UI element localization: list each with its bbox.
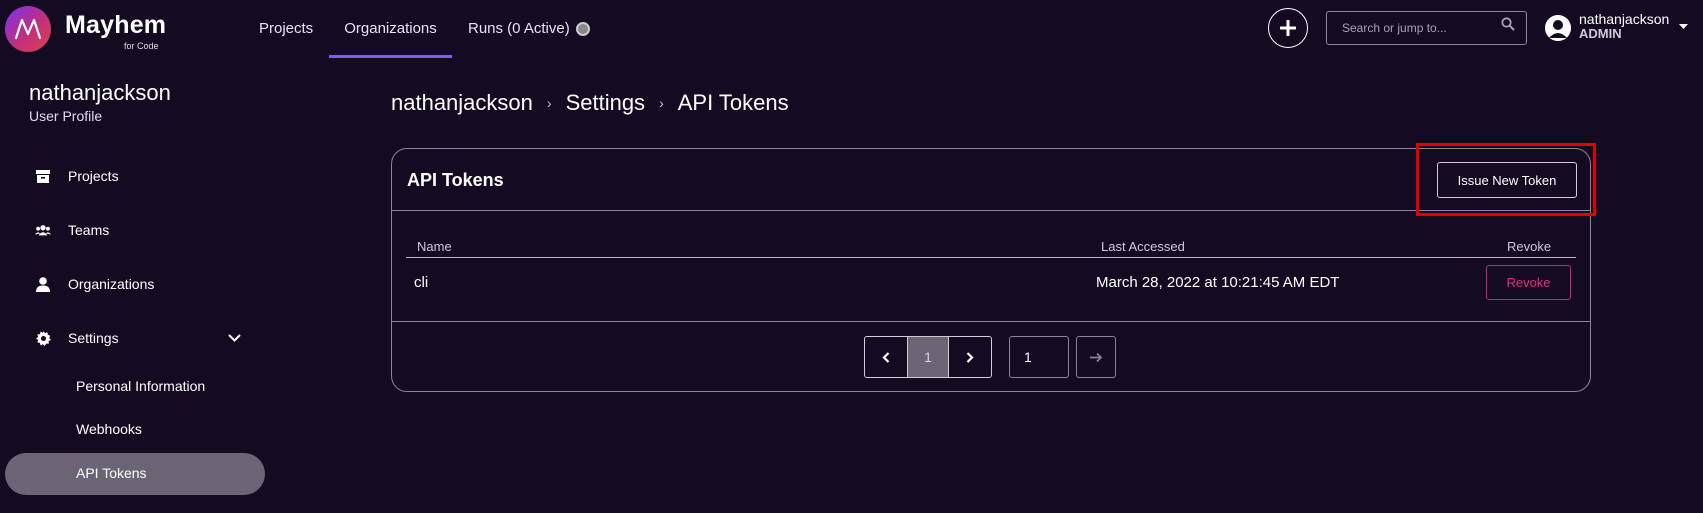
- user-icon: [35, 276, 51, 292]
- logo-name[interactable]: Mayhem for Code: [65, 10, 167, 51]
- sidebar: nathanjackson User Profile Projects Team…: [0, 60, 270, 513]
- previous-page-button[interactable]: [865, 337, 907, 377]
- column-header-name: Name: [417, 239, 452, 254]
- go-to-page-button[interactable]: [1076, 336, 1116, 378]
- table-header-divider: [406, 257, 1576, 258]
- gear-icon: [35, 330, 51, 346]
- sidebar-item-api-tokens-label[interactable]: API Tokens: [76, 465, 147, 481]
- sidebar-item-label: Projects: [68, 168, 119, 184]
- mayhem-logo-icon[interactable]: [5, 6, 51, 52]
- user-menu[interactable]: nathanjackson ADMIN: [1545, 11, 1689, 41]
- sidebar-item-label: Settings: [68, 330, 119, 346]
- logo-subtitle: for Code: [124, 41, 159, 51]
- logo-name-text: Mayhem: [65, 11, 167, 39]
- arrow-right-icon: [1089, 352, 1102, 362]
- chevron-right-icon: [966, 351, 974, 363]
- users-icon: [35, 222, 51, 238]
- nav-runs-label: Runs (0 Active): [468, 20, 570, 37]
- nav-projects[interactable]: Projects: [259, 0, 313, 58]
- caret-down-icon: [1679, 24, 1689, 29]
- sidebar-item-label: Teams: [68, 222, 110, 238]
- search-icon[interactable]: [1501, 17, 1515, 36]
- sidebar-item-label: Organizations: [68, 276, 155, 292]
- add-button[interactable]: [1268, 8, 1308, 48]
- sidebar-item-settings[interactable]: Settings: [35, 326, 245, 350]
- sidebar-item-projects[interactable]: Projects: [35, 164, 119, 188]
- pagination: 1: [864, 336, 992, 378]
- user-role: ADMIN: [1579, 26, 1622, 41]
- column-header-revoke: Revoke: [1507, 239, 1552, 254]
- revoke-button[interactable]: Revoke: [1486, 265, 1571, 300]
- top-bar: Mayhem for Code Projects Organizations R…: [0, 0, 1703, 60]
- sidebar-user-name: nathanjackson: [29, 80, 171, 105]
- user-name: nathanjackson: [1579, 11, 1670, 27]
- chevron-left-icon: [882, 351, 890, 363]
- highlight-box: [1416, 143, 1596, 216]
- token-last-accessed: March 28, 2022 at 10:21:45 AM EDT: [1096, 274, 1340, 291]
- sidebar-item-personal-information[interactable]: Personal Information: [76, 378, 205, 394]
- chevron-right-icon: ›: [546, 95, 552, 111]
- plus-icon: [1280, 20, 1296, 36]
- sidebar-item-organizations[interactable]: Organizations: [35, 272, 154, 296]
- nav-organizations[interactable]: Organizations: [329, 0, 452, 58]
- current-page[interactable]: 1: [907, 337, 949, 377]
- search-input[interactable]: [1326, 11, 1527, 45]
- breadcrumb: nathanjackson › Settings › API Tokens: [391, 90, 789, 116]
- chevron-right-icon: ›: [659, 95, 664, 111]
- chevron-down-icon[interactable]: [228, 334, 241, 342]
- card-title: API Tokens: [407, 170, 504, 190]
- table-divider: [392, 321, 1590, 322]
- token-name: cli: [414, 274, 429, 291]
- column-header-last-accessed: Last Accessed: [1101, 239, 1185, 254]
- avatar: [1545, 15, 1571, 41]
- sidebar-subtitle: User Profile: [29, 108, 103, 124]
- breadcrumb-user[interactable]: nathanjackson: [391, 90, 533, 116]
- card-divider: [392, 210, 1590, 211]
- nav-runs[interactable]: Runs (0 Active): [468, 0, 590, 58]
- sidebar-item-teams[interactable]: Teams: [35, 218, 109, 242]
- breadcrumb-api-tokens: API Tokens: [677, 90, 789, 115]
- archive-icon: [35, 168, 51, 184]
- breadcrumb-settings[interactable]: Settings: [566, 90, 646, 116]
- runs-status-icon: [575, 22, 590, 36]
- next-page-button[interactable]: [949, 337, 991, 377]
- page-number-input[interactable]: [1009, 336, 1069, 378]
- sidebar-item-webhooks[interactable]: Webhooks: [76, 421, 142, 437]
